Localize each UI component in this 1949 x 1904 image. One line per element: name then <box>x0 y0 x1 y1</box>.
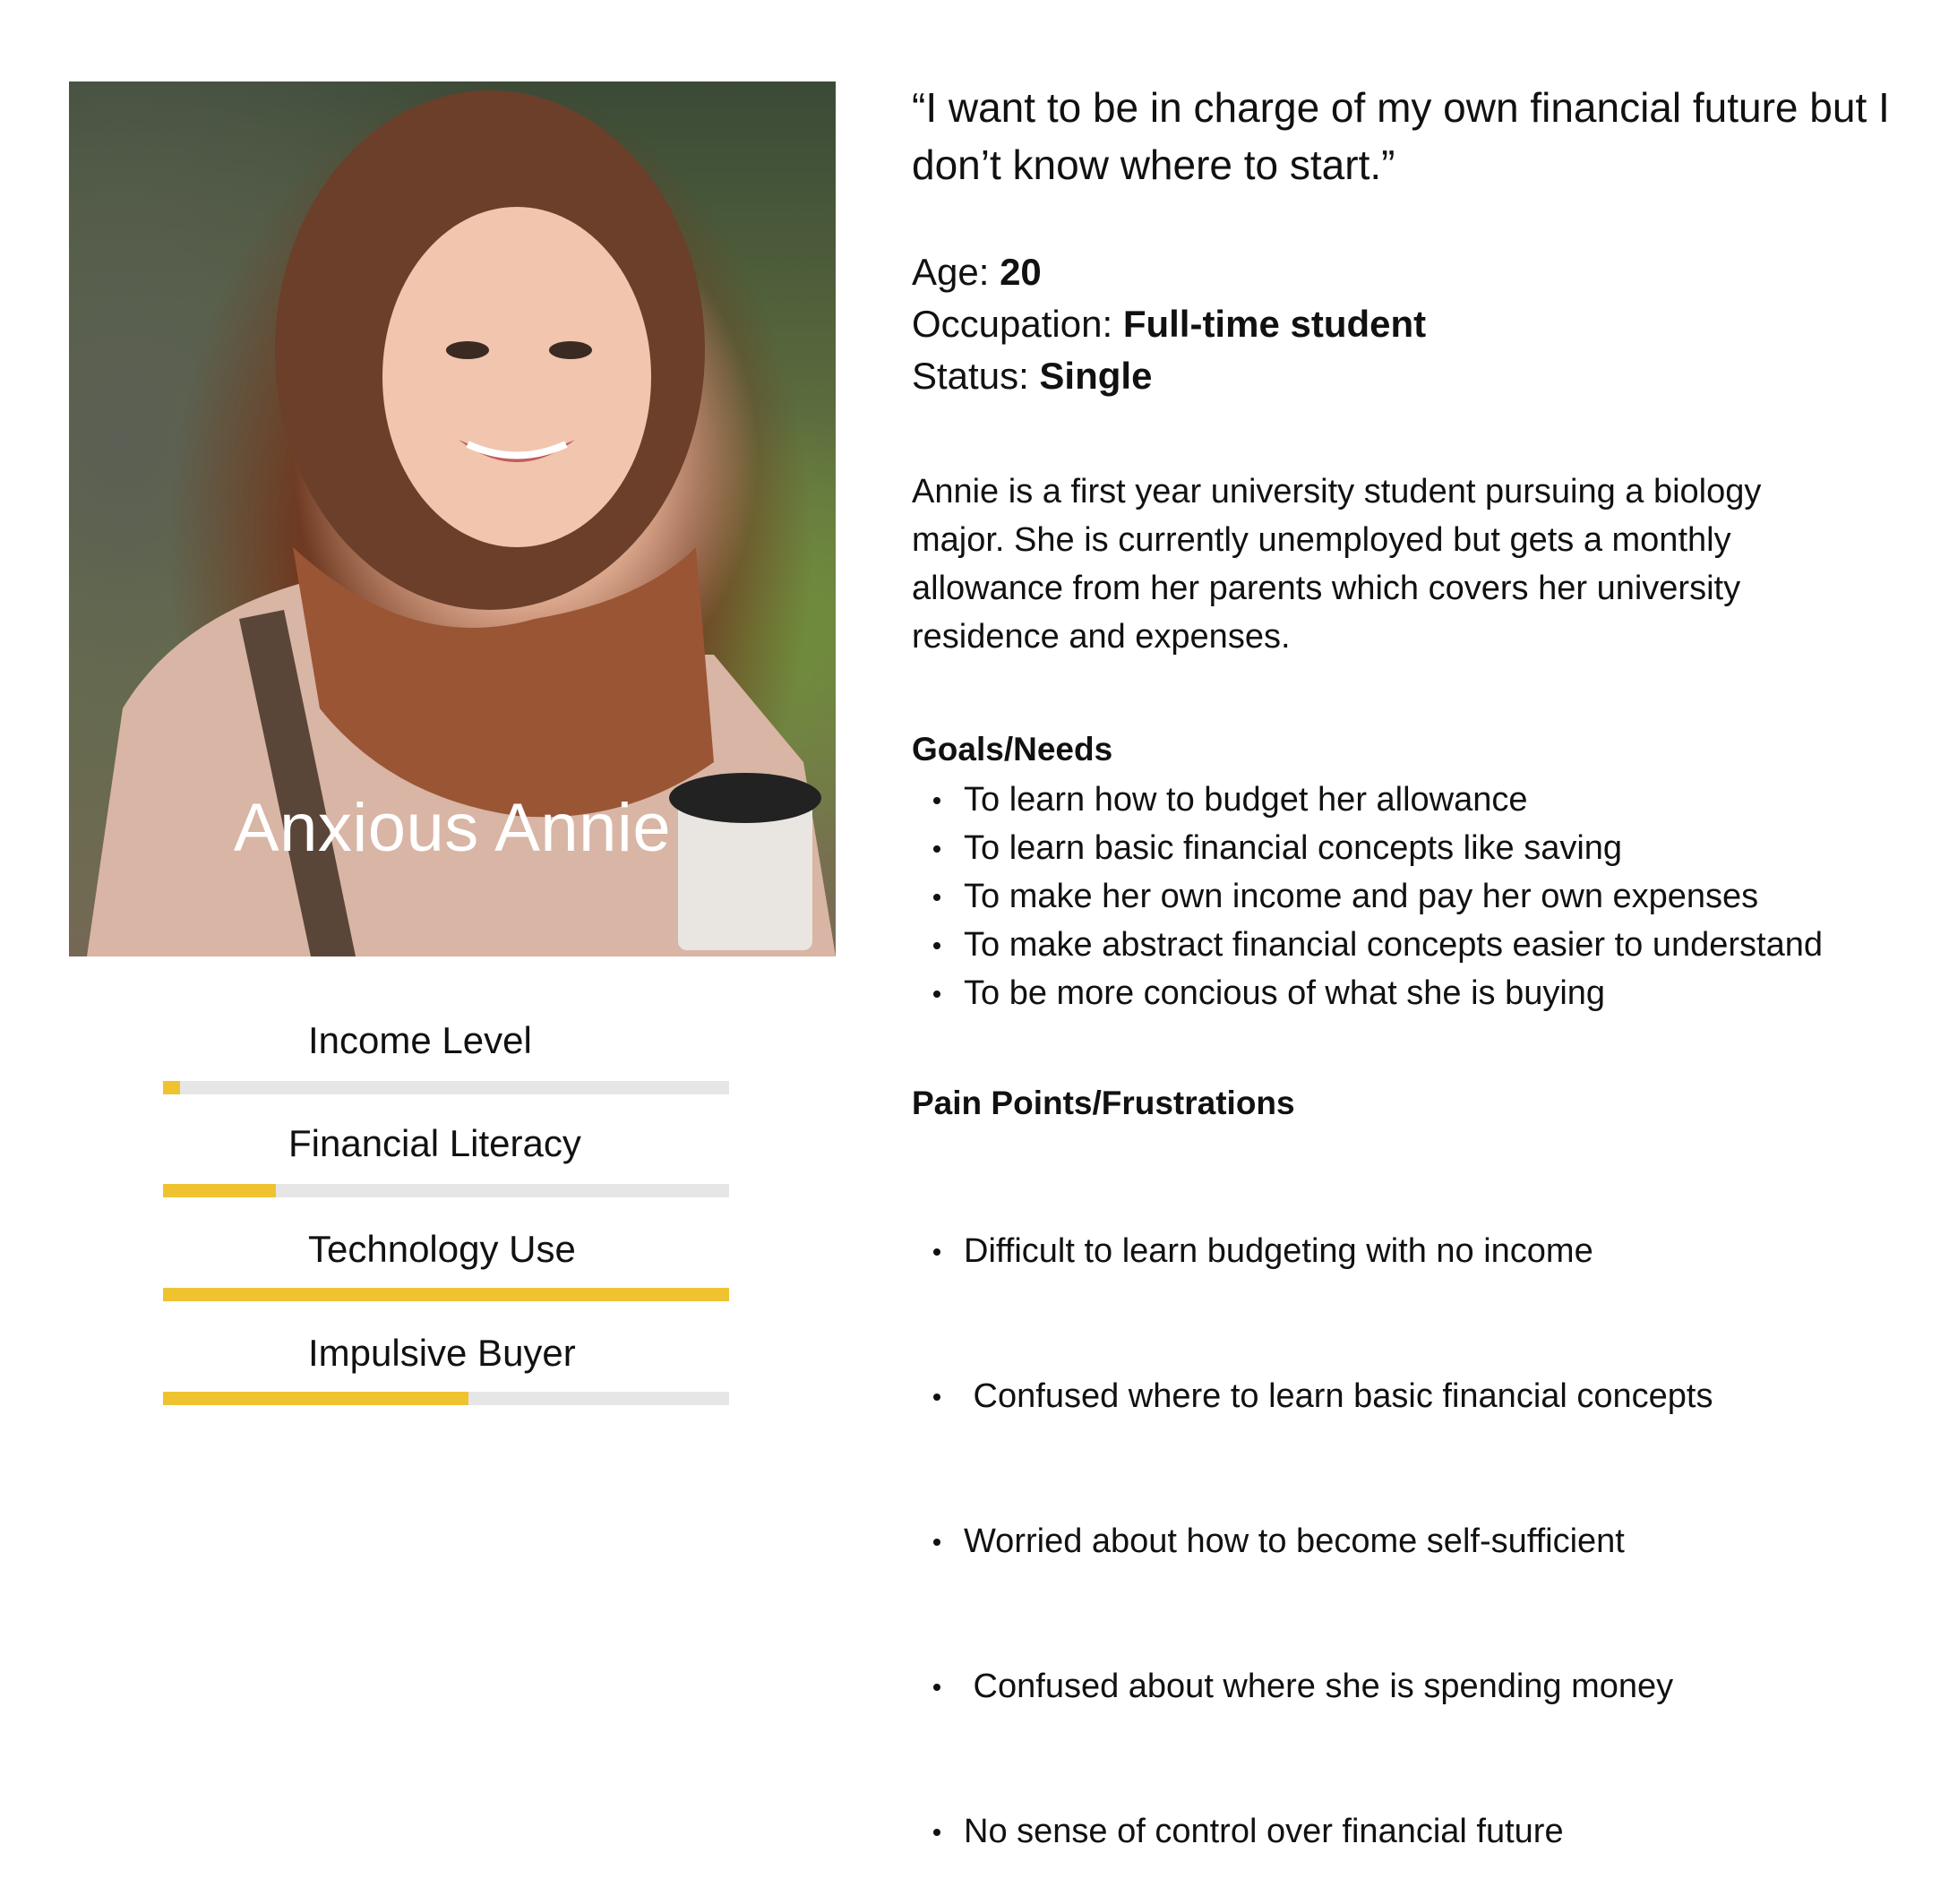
meter-label: Financial Literacy <box>288 1122 581 1164</box>
list-item: To learn basic financial concepts like s… <box>932 824 1823 872</box>
persona-bio: Annie is a first year university student… <box>912 473 1762 656</box>
meter-track <box>163 1184 729 1197</box>
persona-quote: “I want to be in charge of my own financ… <box>912 84 1890 188</box>
meter-label: Technology Use <box>308 1228 576 1270</box>
status-label: Status: <box>912 355 1029 397</box>
meter-track <box>163 1288 729 1301</box>
persona-facts: Age: 20 Occupation: Full-time student St… <box>912 246 1426 402</box>
pains-title: Pain Points/Frustrations <box>912 1085 1295 1121</box>
status-value: Single <box>1039 355 1153 397</box>
meter-track <box>163 1392 729 1405</box>
list-item: To learn how to budget her allowance <box>932 776 1823 824</box>
meter-label: Impulsive Buyer <box>308 1332 576 1374</box>
meter-label: Income Level <box>308 1019 532 1061</box>
meter-fill <box>163 1288 729 1301</box>
meter-technology-use: Technology Use <box>163 1222 729 1301</box>
list-item: To make abstract financial concepts easi… <box>932 921 1823 969</box>
meter-track <box>163 1081 729 1094</box>
meter-fill <box>163 1184 277 1197</box>
meter-financial-literacy: Financial Literacy <box>163 1117 729 1197</box>
meter-fill <box>163 1392 469 1405</box>
meter-income-level: Income Level <box>163 1014 729 1094</box>
persona-name: Anxious Annie <box>233 790 672 866</box>
occupation-row: Occupation: Full-time student <box>912 298 1426 350</box>
persona-photo: Anxious Annie <box>69 81 836 956</box>
list-item: Confused about where she is spending mon… <box>932 1662 1713 1711</box>
age-label: Age: <box>912 251 990 293</box>
pains-list: Difficult to learn budgeting with no inc… <box>932 1130 1713 1904</box>
meter-fill <box>163 1081 180 1094</box>
list-item: Confused where to learn basic financial … <box>932 1372 1713 1420</box>
list-item: Difficult to learn budgeting with no inc… <box>932 1227 1713 1275</box>
goals-list: To learn how to budget her allowance To … <box>932 776 1823 1017</box>
age-value: 20 <box>1000 251 1042 293</box>
status-row: Status: Single <box>912 350 1426 402</box>
age-row: Age: 20 <box>912 246 1426 298</box>
occupation-value: Full-time student <box>1122 303 1427 345</box>
list-item: Worried about how to become self-suffici… <box>932 1517 1713 1565</box>
list-item: No sense of control over financial futur… <box>932 1807 1713 1856</box>
goals-title: Goals/Needs <box>912 731 1113 768</box>
list-item: To make her own income and pay her own e… <box>932 872 1823 921</box>
list-item: To be more concious of what she is buyin… <box>932 969 1823 1017</box>
meter-impulsive-buyer: Impulsive Buyer <box>163 1326 729 1405</box>
occupation-label: Occupation: <box>912 303 1113 345</box>
